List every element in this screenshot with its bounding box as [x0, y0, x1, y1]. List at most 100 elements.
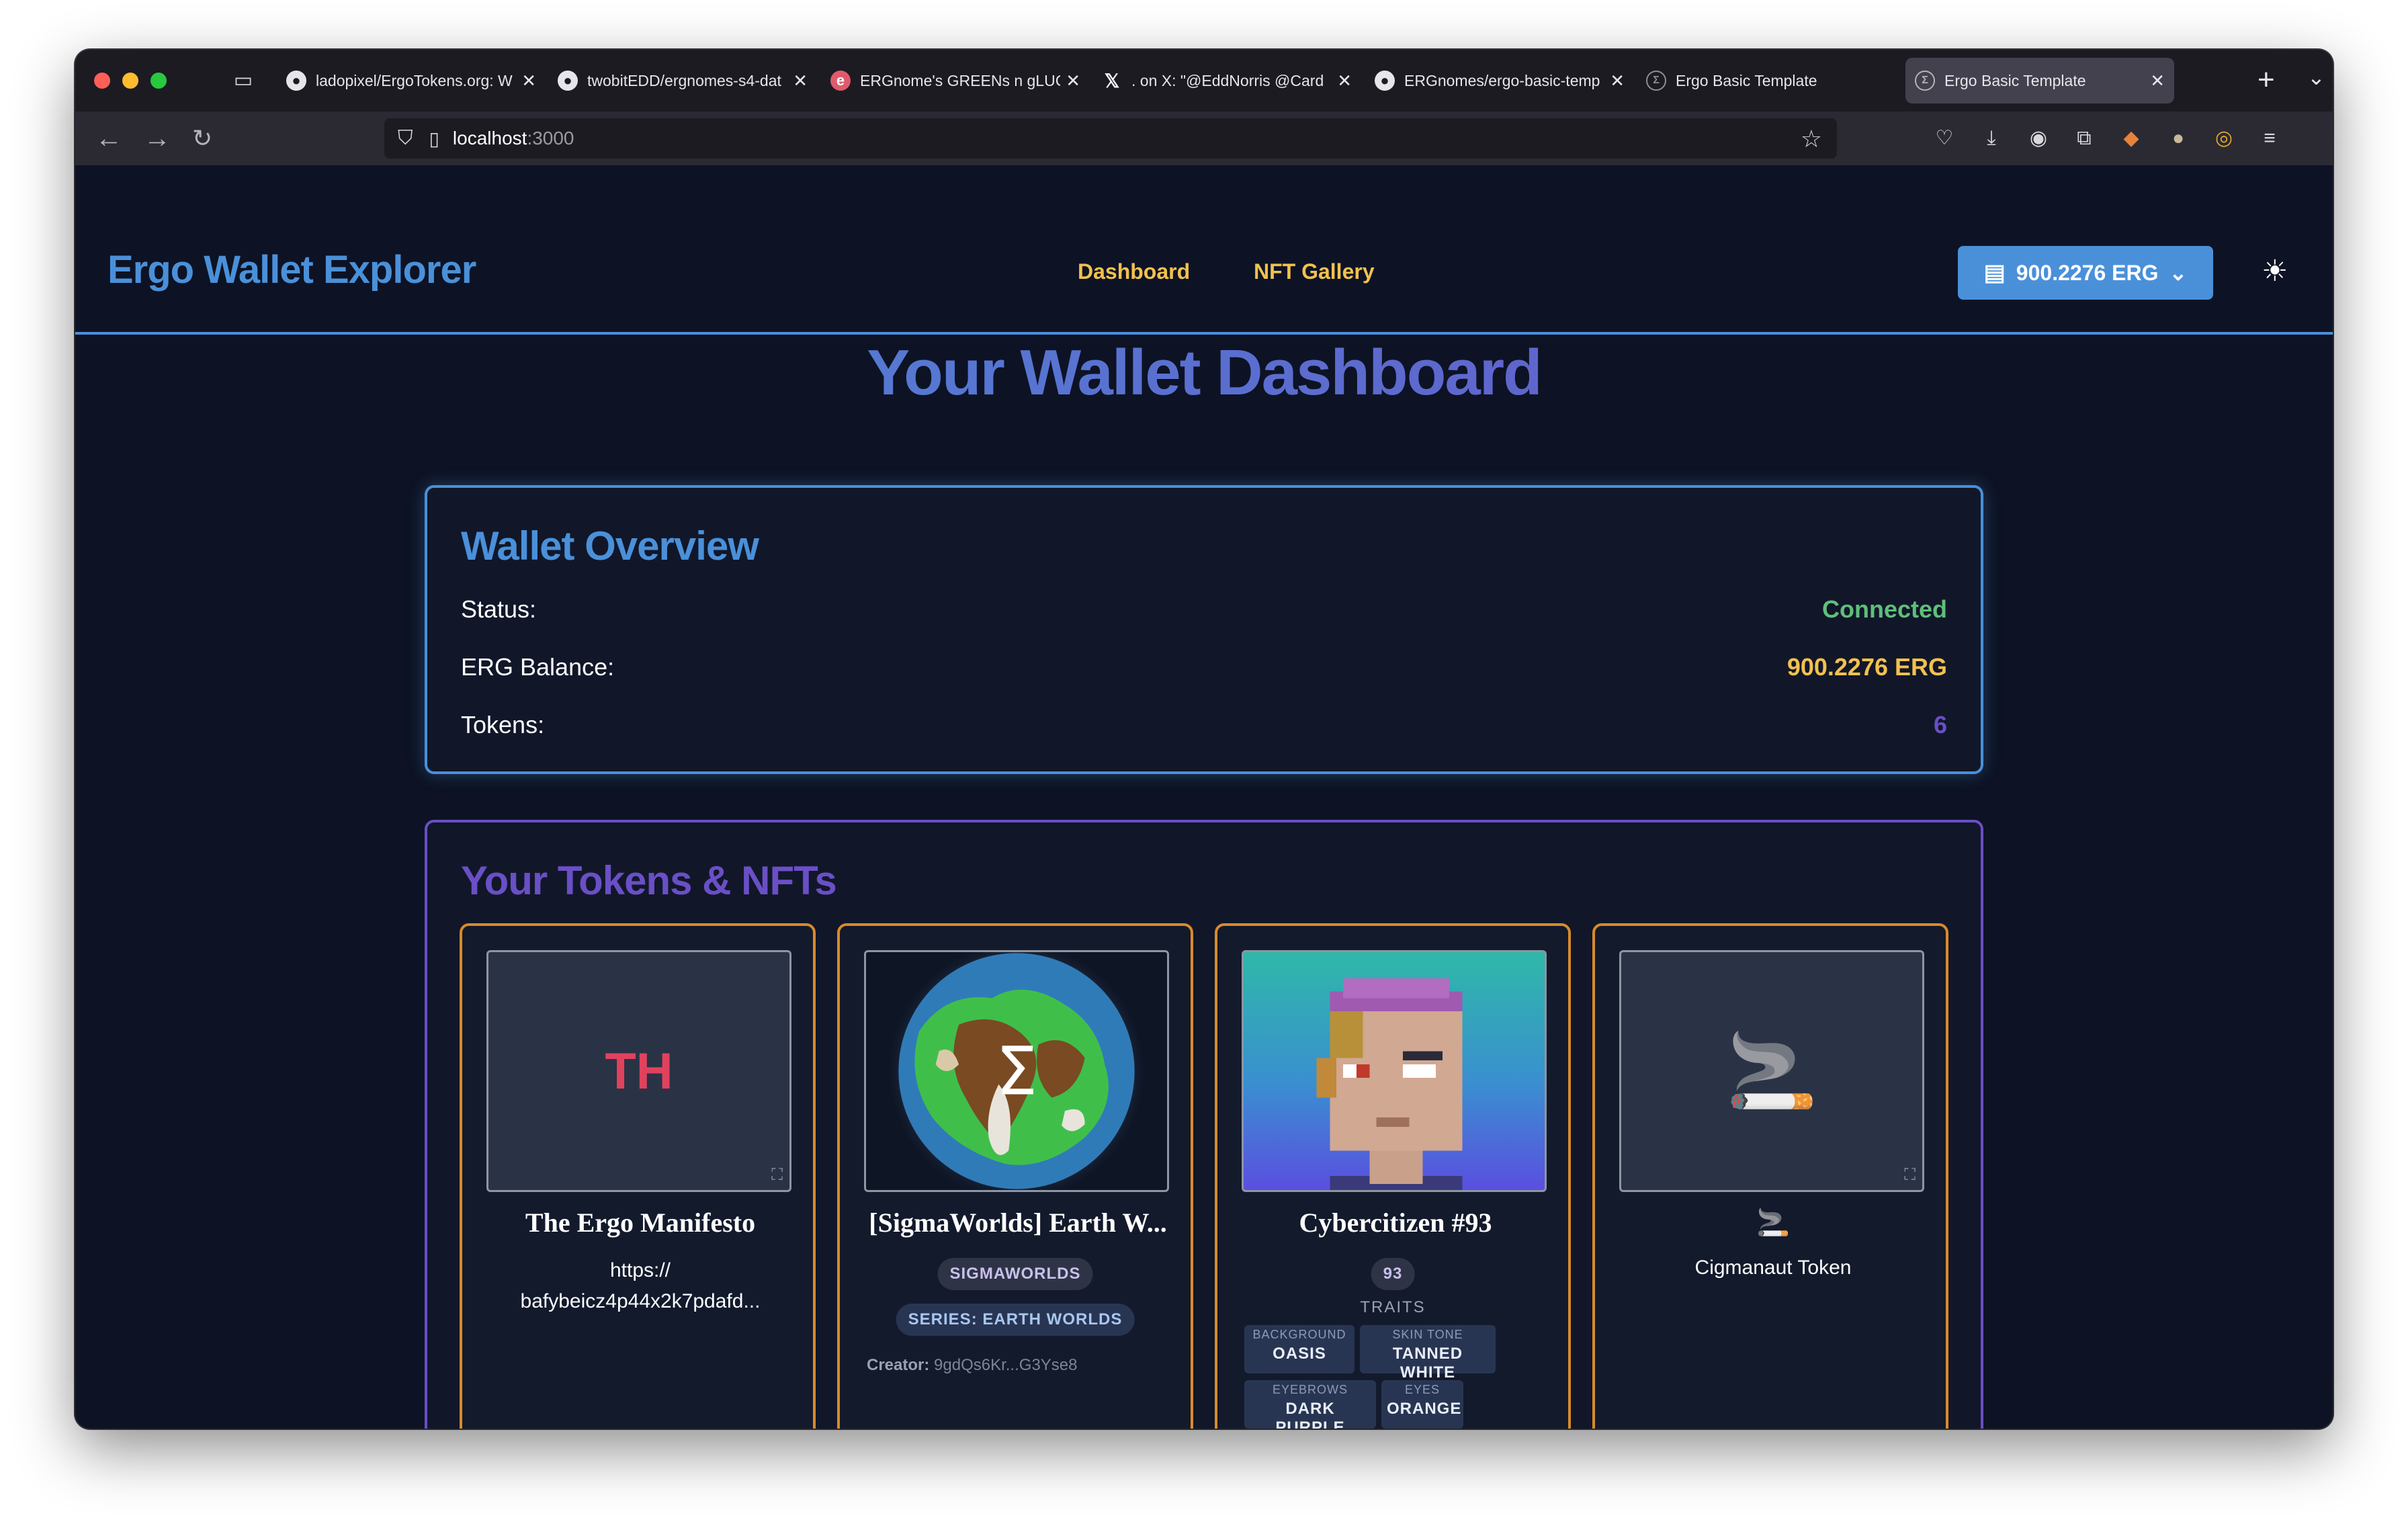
ergo-icon: Σ [1646, 71, 1666, 91]
series-tag: SERIES: EARTH WORLDS [896, 1304, 1135, 1336]
nft-title: [SigmaWorlds] Earth W... [869, 1207, 1167, 1238]
tab-x-post[interactable]: 𝕏 . on X: "@EddNorris @Card ✕ [1092, 58, 1361, 103]
nft-image[interactable] [1242, 950, 1547, 1192]
trait-key: EYEBROWS [1272, 1383, 1348, 1396]
ergo-icon: Σ [1915, 71, 1935, 91]
trait-value: TANNED WHITE [1392, 1345, 1463, 1382]
tab-ergotokens[interactable]: ● ladopixel/ErgoTokens.org: W ✕ [277, 58, 546, 103]
trait-chip: EYES ORANGE [1381, 1380, 1463, 1429]
theme-toggle-sun-icon[interactable]: ☀ [2262, 254, 2288, 288]
back-arrow-icon[interactable]: ← [95, 122, 122, 155]
trait-key: BACKGROUND [1252, 1328, 1346, 1341]
page-title: Your Wallet Dashboard [75, 336, 2333, 410]
token-initials: TH [605, 1042, 673, 1100]
trait-chip: SKIN TONE TANNED WHITE [1360, 1325, 1496, 1382]
metamask-icon[interactable]: ◆ [2118, 125, 2145, 152]
cigarette-emoji: 🚬 [1725, 1029, 1818, 1113]
token-card[interactable]: TH ⛶ The Ergo Manifesto https:// bafybei… [460, 923, 816, 1429]
status-label: Status: [461, 595, 537, 623]
close-tab-icon[interactable]: ✕ [1066, 71, 1080, 91]
tab-overview-icon[interactable]: ▭ [231, 69, 255, 93]
tab-ergnomes-greens[interactable]: e ERGnome's GREENs n gLUC ✕ [821, 58, 1090, 103]
nft-number-badge: 93 [1371, 1258, 1415, 1290]
token-description-line: https:// [609, 1259, 671, 1281]
collection-tag: SIGMAWORLDS [937, 1258, 1093, 1290]
token-emoji: 🚬 [1756, 1207, 1790, 1238]
nft-card[interactable]: Σ [SigmaWorlds] Earth W... SIGMAWORLDS S… [837, 923, 1193, 1429]
downloads-icon[interactable]: ⤓ [1978, 125, 2005, 152]
forward-arrow-icon[interactable]: → [144, 122, 171, 155]
github-icon: ● [1375, 71, 1395, 91]
app-header: Ergo Wallet Explorer Dashboard NFT Galle… [75, 165, 2333, 335]
status-value: Connected [1821, 595, 1947, 623]
wallet-overview-panel: Wallet Overview Status: Connected ERG Ba… [425, 485, 1983, 774]
tab-ergo-basic-template-active[interactable]: Σ Ergo Basic Template ✕ [1905, 58, 2174, 103]
nautilus-wallet-icon[interactable]: ● [2165, 125, 2192, 152]
window-controls [94, 73, 167, 89]
tokens-nfts-heading: Your Tokens & NFTs [461, 858, 837, 903]
close-tab-icon[interactable]: ✕ [793, 71, 808, 91]
x-icon: 𝕏 [1104, 70, 1120, 91]
tokens-nfts-panel: Your Tokens & NFTs TH ⛶ The Ergo Manifes… [425, 820, 1983, 1429]
menu-icon[interactable]: ≡ [2256, 125, 2283, 152]
creator-label: Creator: [867, 1356, 930, 1374]
trait-key: SKIN TONE [1392, 1328, 1463, 1341]
tab-list-chevron-icon[interactable]: ⌄ [2307, 65, 2325, 90]
trait-value: DARK PURPLE [1275, 1400, 1345, 1429]
tab-ergnomes-data[interactable]: ● twobitEDD/ergnomes-s4-dat ✕ [548, 58, 817, 103]
pocket-icon[interactable]: ♡ [1931, 125, 1958, 152]
token-card[interactable]: 🚬 ⛶ 🚬 Cigmanaut Token [1592, 923, 1948, 1429]
address-bar[interactable]: ⛉ ▯ localhost:3000 ☆ [384, 118, 1837, 159]
nav-nft-gallery[interactable]: NFT Gallery [1254, 259, 1375, 284]
nav-dashboard[interactable]: Dashboard [1078, 259, 1190, 284]
account-icon[interactable]: ◉ [2025, 125, 2052, 152]
tracking-shield-icon[interactable]: ⛉ [398, 127, 413, 150]
trait-chip: EYEBROWS DARK PURPLE [1244, 1380, 1376, 1429]
wallet-icon: ▤ [1983, 260, 2006, 286]
close-window-button[interactable] [94, 73, 110, 89]
close-tab-icon[interactable]: ✕ [2150, 71, 2165, 91]
ergnomes-icon: e [830, 71, 851, 91]
trait-value: ORANGE [1387, 1400, 1462, 1418]
cybercitizen-image [1316, 978, 1463, 1190]
wallet-balance-button[interactable]: ▤ 900.2276 ERG ⌄ [1958, 246, 2213, 300]
new-tab-icon[interactable]: + [2258, 63, 2275, 97]
tab-ergo-basic-template-repo[interactable]: ● ERGnomes/ergo-basic-temp ✕ [1365, 58, 1634, 103]
page-info-icon[interactable]: ▯ [429, 128, 439, 150]
trait-value: OASIS [1273, 1345, 1326, 1363]
trait-key: EYES [1404, 1383, 1440, 1396]
browser-toolbar: ← → ↻ ⛉ ▯ localhost:3000 ☆ ♡ ⤓ ◉ ⧉ ◆ ● ◎… [75, 112, 2333, 165]
bookmark-star-icon[interactable]: ☆ [1801, 125, 1822, 153]
extensions-icon[interactable]: ⧉ [2071, 125, 2098, 152]
reload-icon[interactable]: ↻ [192, 122, 212, 155]
token-placeholder-image[interactable]: TH ⛶ [486, 950, 791, 1192]
wallet-overview-heading: Wallet Overview [461, 523, 759, 568]
nft-title: Cybercitizen #93 [1299, 1207, 1492, 1238]
url-host: localhost [452, 128, 527, 148]
expand-icon[interactable]: ⛶ [1904, 1166, 1916, 1185]
tab-bar: ▭ ● ladopixel/ErgoTokens.org: W ✕ ● twob… [75, 50, 2333, 112]
coin-extension-icon[interactable]: ◎ [2210, 125, 2237, 152]
erg-balance-value: 900.2276 ERG [1787, 653, 1947, 681]
nft-card[interactable]: Cybercitizen #93 93 TRAITS BACKGROUND OA… [1215, 923, 1571, 1429]
token-title: Cigmanaut Token [1694, 1257, 1852, 1279]
close-tab-icon[interactable]: ✕ [1337, 71, 1352, 91]
github-icon: ● [558, 71, 578, 91]
erg-balance-label: ERG Balance: [461, 653, 615, 681]
close-tab-icon[interactable]: ✕ [521, 71, 536, 91]
nft-image[interactable]: Σ [864, 950, 1169, 1192]
creator-address[interactable]: 9gdQs6Kr...G3Yse8 [934, 1356, 1077, 1374]
maximize-window-button[interactable] [150, 73, 167, 89]
token-title: The Ergo Manifesto [525, 1207, 756, 1238]
expand-icon[interactable]: ⛶ [771, 1166, 783, 1185]
url-text[interactable]: localhost:3000 [453, 128, 574, 149]
token-description-line: bafybeicz4p44x2k7pdafd... [520, 1290, 761, 1312]
earth-world-image: Σ [886, 952, 1147, 1190]
minimize-window-button[interactable] [122, 73, 138, 89]
brand-title[interactable]: Ergo Wallet Explorer [108, 247, 476, 292]
trait-chip: BACKGROUND OASIS [1244, 1325, 1354, 1373]
tokens-label: Tokens: [461, 711, 545, 738]
token-placeholder-image[interactable]: 🚬 ⛶ [1619, 950, 1924, 1192]
close-tab-icon[interactable]: ✕ [1610, 71, 1625, 91]
tokens-count: 6 [1933, 711, 1947, 738]
